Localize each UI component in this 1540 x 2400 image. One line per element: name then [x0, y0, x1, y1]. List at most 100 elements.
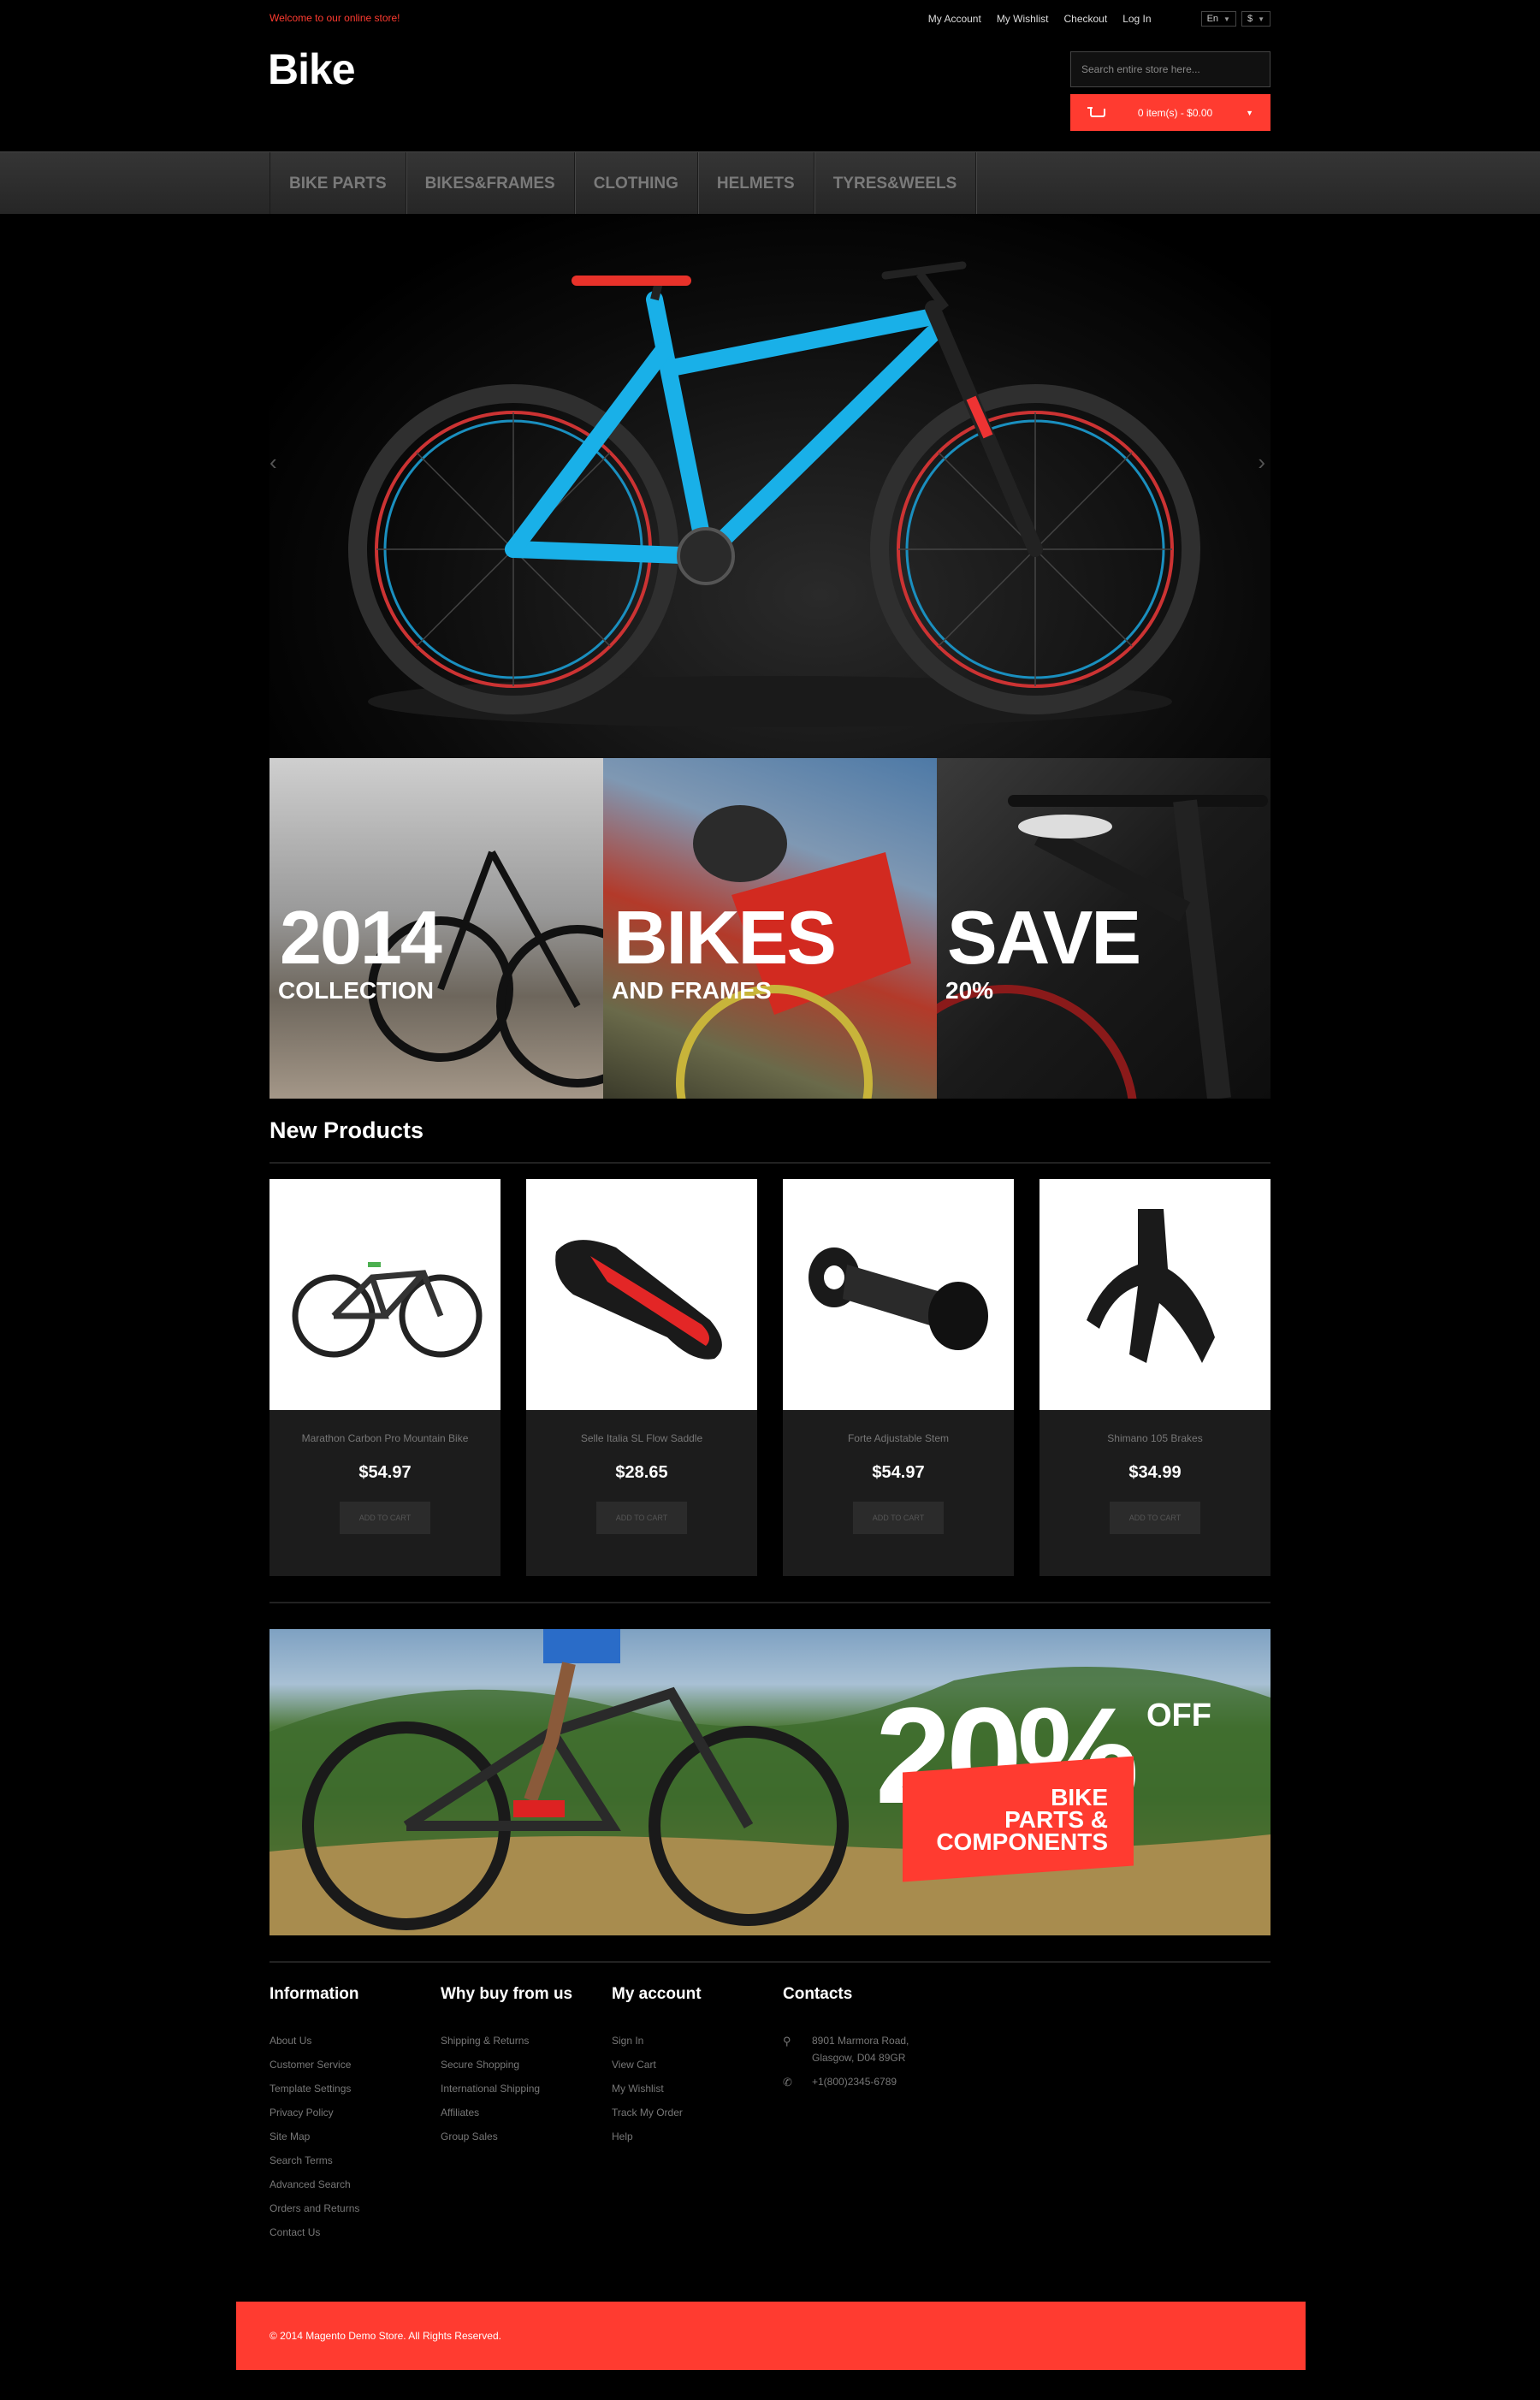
product-price: $54.97 — [872, 1463, 925, 1482]
language-value: En — [1206, 14, 1219, 24]
add-to-cart-button[interactable]: ADD TO CART — [596, 1502, 687, 1534]
nav-item-bikes-frames[interactable]: BIKES&FRAMES — [406, 152, 575, 215]
my-wishlist-link[interactable]: My Wishlist — [997, 13, 1049, 25]
footer-why-buy: Why buy from us Shipping & Returns Secur… — [441, 1985, 572, 2154]
address-line: 8901 Marmora Road, — [812, 2035, 909, 2047]
chevron-down-icon: ▼ — [1223, 15, 1230, 23]
product-card: Selle Italia SL Flow Saddle $28.65 ADD T… — [526, 1179, 757, 1576]
footer-link-track-order[interactable]: Track My Order — [612, 2107, 702, 2130]
language-select[interactable]: En ▼ — [1200, 11, 1236, 27]
add-to-cart-button[interactable]: ADD TO CART — [340, 1502, 430, 1534]
product-name[interactable]: Marathon Carbon Pro Mountain Bike — [270, 1432, 500, 1444]
my-account-link[interactable]: My Account — [928, 13, 981, 25]
promo-title: BIKES — [613, 895, 837, 980]
chevron-down-icon: ▼ — [1246, 108, 1253, 117]
footer-link-group-sales[interactable]: Group Sales — [441, 2130, 572, 2154]
nav-item-clothing[interactable]: CLOTHING — [575, 152, 698, 215]
footer-link-view-cart[interactable]: View Cart — [612, 2059, 702, 2083]
promo-tile-collection[interactable]: 2014 COLLECTION — [270, 758, 603, 1099]
add-to-cart-button[interactable]: ADD TO CART — [853, 1502, 944, 1534]
divider — [270, 1961, 1270, 1963]
footer-link-privacy-policy[interactable]: Privacy Policy — [270, 2107, 359, 2130]
login-link[interactable]: Log In — [1122, 13, 1151, 25]
promo-tiles: 2014 COLLECTION BIKES AND FRAMES SAVE 20… — [270, 758, 1270, 1099]
footer-link-orders-returns[interactable]: Orders and Returns — [270, 2202, 359, 2226]
hero-bike-image — [348, 261, 1200, 727]
footer-contacts: Contacts ⚲ 8901 Marmora Road, Glasgow, D… — [783, 1985, 909, 2101]
logo-bike-text: Bike — [268, 45, 356, 93]
chevron-down-icon: ▼ — [1258, 15, 1265, 23]
locale-selectors: En ▼ $ ▼ — [1200, 11, 1270, 27]
footer-link-customer-service[interactable]: Customer Service — [270, 2059, 359, 2083]
footer-link-template-settings[interactable]: Template Settings — [270, 2083, 359, 2107]
logo[interactable]: Store Bike — [268, 44, 456, 138]
footer-link-advanced-search[interactable]: Advanced Search — [270, 2178, 359, 2202]
currency-value: $ — [1247, 14, 1253, 24]
mountain-bike-image — [292, 1262, 483, 1358]
product-image[interactable] — [1040, 1179, 1270, 1410]
footer-link-about-us[interactable]: About Us — [270, 2035, 359, 2059]
footer-link-help[interactable]: Help — [612, 2130, 702, 2154]
banner-off: OFF — [1146, 1698, 1211, 1733]
nav-item-tyres-weels[interactable]: TYRES&WEELS — [814, 152, 977, 215]
add-to-cart-button[interactable]: ADD TO CART — [1110, 1502, 1200, 1534]
product-card: Shimano 105 Brakes $34.99 ADD TO CART — [1040, 1179, 1270, 1576]
footer-link-shipping-returns[interactable]: Shipping & Returns — [441, 2035, 572, 2059]
welcome-message: Welcome to our online store! — [270, 12, 400, 24]
product-price: $34.99 — [1128, 1463, 1182, 1482]
main-nav: BIKE PARTS BIKES&FRAMES CLOTHING HELMETS… — [0, 151, 1540, 215]
phone-icon: ✆ — [783, 2076, 792, 2089]
slider-prev-arrow-icon[interactable]: ‹ — [270, 449, 277, 476]
banner-caption: BIKE PARTS & COMPONENTS — [928, 1786, 1108, 1855]
cart-icon — [1087, 106, 1105, 119]
currency-select[interactable]: $ ▼ — [1241, 11, 1270, 27]
footer-heading: Information — [270, 1985, 359, 2003]
product-image[interactable] — [526, 1179, 757, 1410]
footer-link-my-wishlist[interactable]: My Wishlist — [612, 2083, 702, 2107]
promo-title: SAVE — [947, 895, 1141, 980]
footer-information: Information About Us Customer Service Te… — [270, 1985, 359, 2250]
search-input[interactable]: Search entire store here... — [1070, 51, 1270, 87]
product-card: Marathon Carbon Pro Mountain Bike $54.97… — [270, 1179, 500, 1576]
sale-banner[interactable]: 20% OFF BIKE PARTS & COMPONENTS — [270, 1629, 1270, 1935]
nav-item-bike-parts[interactable]: BIKE PARTS — [270, 152, 406, 215]
brakes-image — [1087, 1209, 1215, 1363]
cart-summary: 0 item(s) - $0.00 — [1137, 106, 1213, 119]
product-image[interactable] — [783, 1179, 1014, 1410]
promo-subtitle: AND FRAMES — [612, 977, 772, 1004]
promo-subtitle: COLLECTION — [278, 977, 434, 1004]
footer-link-secure-shopping[interactable]: Secure Shopping — [441, 2059, 572, 2083]
top-links: My Account My Wishlist Checkout Log In E… — [928, 11, 1270, 27]
product-name[interactable]: Forte Adjustable Stem — [783, 1432, 1014, 1444]
product-name[interactable]: Shimano 105 Brakes — [1040, 1432, 1270, 1444]
phone-number[interactable]: +1(800)2345-6789 — [812, 2076, 897, 2089]
divider — [270, 1602, 1270, 1603]
section-title-new-products: New Products — [270, 1117, 424, 1143]
promo-tile-bikes-frames[interactable]: BIKES AND FRAMES — [603, 758, 937, 1099]
cart-button[interactable]: 0 item(s) - $0.00 ▼ — [1070, 94, 1270, 131]
map-pin-icon: ⚲ — [783, 2035, 791, 2047]
footer-link-contact-us[interactable]: Contact Us — [270, 2226, 359, 2250]
footer-heading: Why buy from us — [441, 1985, 573, 2003]
hero-slider: ‹ › — [270, 214, 1270, 758]
product-image[interactable] — [270, 1179, 500, 1410]
footer-link-site-map[interactable]: Site Map — [270, 2130, 359, 2154]
saddle-image — [555, 1240, 722, 1360]
promo-tile-save[interactable]: SAVE 20% — [937, 758, 1270, 1099]
nav-item-helmets[interactable]: HELMETS — [698, 152, 814, 215]
footer-link-search-terms[interactable]: Search Terms — [270, 2154, 359, 2178]
product-name[interactable]: Selle Italia SL Flow Saddle — [526, 1432, 757, 1444]
banner-line: COMPONENTS — [936, 1828, 1108, 1855]
contact-address: ⚲ 8901 Marmora Road, Glasgow, D04 89GR — [783, 2035, 909, 2064]
divider — [270, 1162, 1270, 1164]
product-card: Forte Adjustable Stem $54.97 ADD TO CART — [783, 1179, 1014, 1576]
footer-link-affiliates[interactable]: Affiliates — [441, 2107, 572, 2130]
footer-link-sign-in[interactable]: Sign In — [612, 2035, 702, 2059]
slider-next-arrow-icon[interactable]: › — [1258, 449, 1265, 476]
footer-link-international-shipping[interactable]: International Shipping — [441, 2083, 572, 2107]
promo-subtitle: 20% — [945, 977, 994, 1004]
address-line: Glasgow, D04 89GR — [812, 2052, 906, 2064]
checkout-link[interactable]: Checkout — [1063, 13, 1107, 25]
product-price: $54.97 — [358, 1463, 412, 1482]
stem-image — [808, 1247, 988, 1350]
